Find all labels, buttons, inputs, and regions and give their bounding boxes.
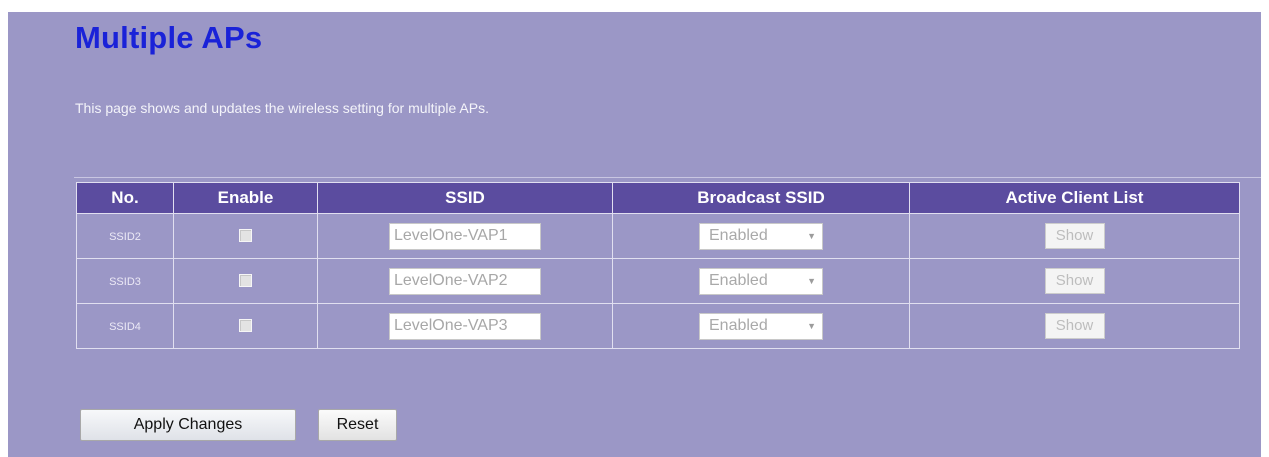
table-row: SSID2 Enabled ▼ Show [77,214,1239,259]
broadcast-ssid-select[interactable]: Enabled ▼ [699,312,823,340]
reset-button[interactable]: Reset [318,409,397,441]
ssid-number: SSID2 [109,231,141,243]
header-no: No. [77,183,174,214]
ssid-cell [318,304,613,348]
broadcast-cell: Enabled ▼ [613,214,910,259]
ssid-input[interactable] [389,222,541,250]
row-number-cell: SSID2 [77,214,174,259]
header-ssid: SSID [318,183,613,214]
active-client-cell: Show [910,214,1239,259]
broadcast-ssid-value: Enabled [709,317,768,334]
ssid-number: SSID4 [109,321,141,333]
divider [74,177,1261,178]
broadcast-cell: Enabled ▼ [613,259,910,304]
active-client-cell: Show [910,304,1239,348]
enable-checkbox[interactable] [239,229,252,243]
ssid-input[interactable] [389,312,541,340]
enable-cell [174,214,318,259]
chevron-down-icon: ▼ [807,276,816,286]
broadcast-ssid-value: Enabled [709,227,768,244]
row-number-cell: SSID4 [77,304,174,348]
header-active-client-list: Active Client List [910,183,1239,214]
table-header-row: No. Enable SSID Broadcast SSID Active Cl… [77,183,1239,214]
header-broadcast-ssid: Broadcast SSID [613,183,910,214]
header-enable: Enable [174,183,318,214]
ssid-number: SSID3 [109,276,141,288]
enable-cell [174,259,318,304]
show-clients-button[interactable]: Show [1044,313,1105,339]
show-clients-button[interactable]: Show [1044,223,1105,249]
active-client-cell: Show [910,259,1239,304]
chevron-down-icon: ▼ [807,231,816,241]
broadcast-ssid-select[interactable]: Enabled ▼ [699,267,823,295]
multiple-aps-page: Multiple APs This page shows and updates… [8,12,1261,457]
apply-changes-button[interactable]: Apply Changes [80,409,296,441]
row-number-cell: SSID3 [77,259,174,304]
show-clients-button[interactable]: Show [1044,268,1105,294]
ssid-cell [318,259,613,304]
enable-cell [174,304,318,348]
table-row: SSID4 Enabled ▼ Show [77,304,1239,348]
table-row: SSID3 Enabled ▼ Show [77,259,1239,304]
page-title: Multiple APs [75,20,263,55]
broadcast-ssid-select[interactable]: Enabled ▼ [699,222,823,250]
enable-checkbox[interactable] [239,319,252,333]
enable-checkbox[interactable] [239,274,252,288]
broadcast-cell: Enabled ▼ [613,304,910,348]
ssid-input[interactable] [389,267,541,295]
multiple-ap-table: No. Enable SSID Broadcast SSID Active Cl… [76,182,1240,349]
ssid-cell [318,214,613,259]
chevron-down-icon: ▼ [807,321,816,331]
broadcast-ssid-value: Enabled [709,272,768,289]
page-description: This page shows and updates the wireless… [75,100,489,116]
